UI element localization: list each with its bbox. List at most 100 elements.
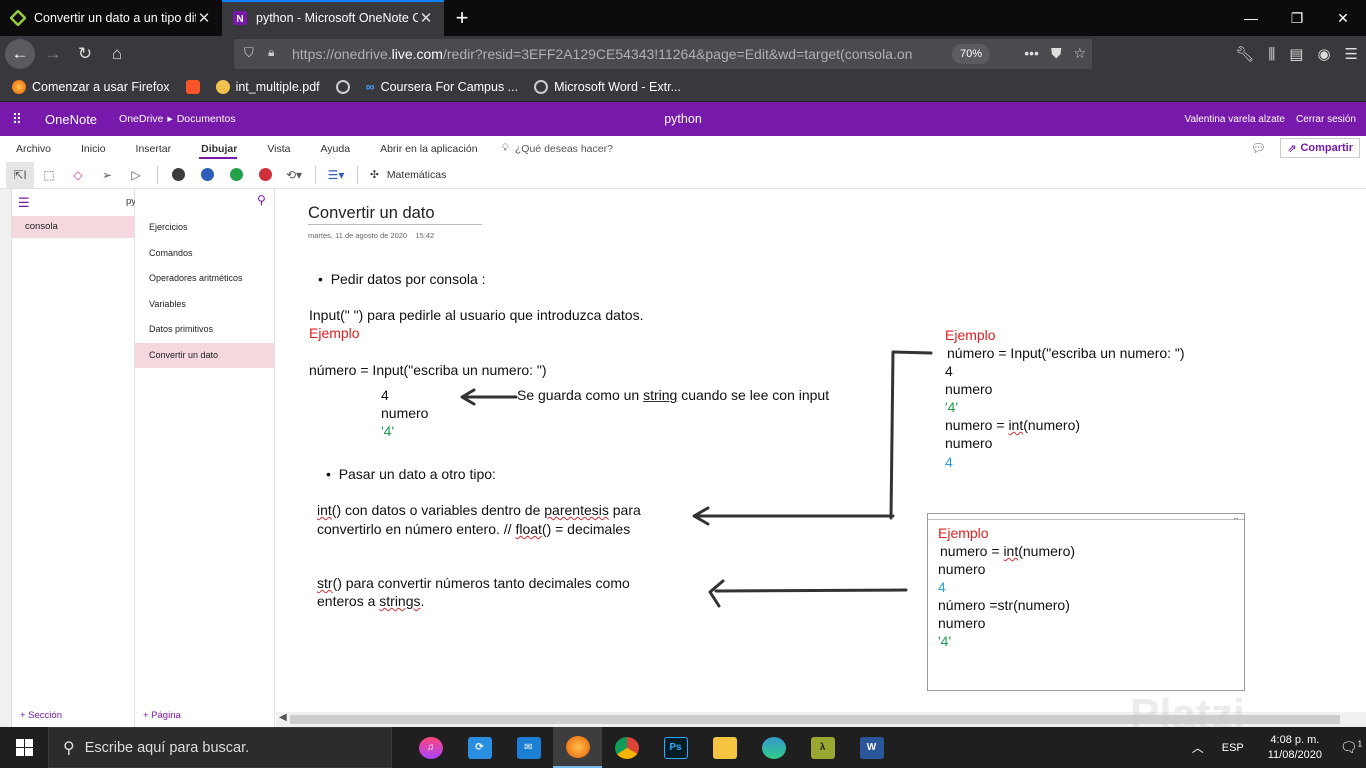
note-container[interactable]: ↔ Ejemplo numero = int(numero) numero 4 … xyxy=(927,513,1245,691)
taskbar-app-photoshop[interactable]: Ps xyxy=(651,727,700,768)
browser-tab-active[interactable]: N python - Microsoft OneNote O ✕ xyxy=(222,0,444,36)
zoom-level[interactable]: 70% xyxy=(952,44,990,64)
taskbar-app-sync[interactable]: ⟳ xyxy=(455,727,504,768)
restore-icon[interactable]: ❐ xyxy=(1274,0,1320,36)
account-icon[interactable]: ◉ xyxy=(1317,45,1330,63)
user-name[interactable]: Valentina varela alzate xyxy=(1185,114,1285,125)
minimize-icon[interactable]: — xyxy=(1228,0,1274,36)
scroll-thumb[interactable] xyxy=(290,715,1340,724)
clock[interactable]: 4:08 p. m. 11/08/2020 xyxy=(1268,733,1322,763)
note-text[interactable]: int() con datos o variables dentro de pa… xyxy=(317,501,641,519)
resize-handle-icon[interactable]: ↔ xyxy=(1232,513,1240,522)
note-text[interactable]: Se guarda como un string cuando se lee c… xyxy=(517,386,829,404)
library-icon[interactable]: ⫼ xyxy=(1268,46,1275,63)
chevron-up-icon[interactable]: ︿ xyxy=(1192,739,1204,756)
scroll-left-icon[interactable]: ◀ xyxy=(279,712,287,723)
menu-icon[interactable]: ☰ xyxy=(1345,45,1358,63)
page-item[interactable]: Comandos xyxy=(135,241,274,267)
bookmark-item[interactable] xyxy=(335,79,350,94)
note-text[interactable]: numero xyxy=(381,404,428,422)
note-text[interactable]: '4' xyxy=(945,398,958,416)
close-tab-icon[interactable]: ✕ xyxy=(196,9,212,27)
comments-icon[interactable]: 💬︎ xyxy=(1251,141,1266,155)
lasso-select-icon[interactable]: ⬚ xyxy=(35,162,63,188)
bookmark-item[interactable] xyxy=(185,79,200,94)
page-item[interactable]: Operadores aritméticos xyxy=(135,266,274,292)
notification-center-icon[interactable]: 🗨︎1 xyxy=(1336,739,1366,756)
note-text[interactable]: numero xyxy=(945,380,992,398)
close-tab-icon[interactable]: ✕ xyxy=(418,9,434,27)
back-button[interactable]: ← xyxy=(5,39,35,69)
taskbar-app-evince[interactable]: λ xyxy=(798,727,847,768)
taskbar-app-explorer[interactable] xyxy=(700,727,749,768)
taskbar-app-chrome[interactable] xyxy=(602,727,651,768)
note-text[interactable]: 4 xyxy=(938,578,946,596)
language-indicator[interactable]: ESP xyxy=(1222,742,1244,754)
add-page-button[interactable]: + Página xyxy=(143,710,181,721)
new-tab-button[interactable]: + xyxy=(444,0,480,36)
pen-color-blue[interactable] xyxy=(193,162,221,188)
share-button[interactable]: ⇗ Compartir xyxy=(1280,138,1360,158)
wrench-icon[interactable]: 🔧︎ xyxy=(1235,45,1254,63)
note-canvas[interactable]: Convertir un dato martes, 11 de agosto d… xyxy=(276,189,1366,712)
line-style-icon[interactable]: ☰▾ xyxy=(322,162,350,188)
note-text[interactable]: 4 xyxy=(945,362,953,380)
note-text[interactable]: Input(" ") para pedirle al usuario que i… xyxy=(309,306,643,324)
note-text[interactable]: número = Input("escriba un numero: ") xyxy=(947,344,1185,362)
horizontal-scrollbar[interactable]: ◀ xyxy=(276,712,1366,727)
tab-insertar[interactable]: Insertar xyxy=(120,136,186,161)
page-item[interactable]: Variables xyxy=(135,292,274,318)
section-item-consola[interactable]: consola xyxy=(4,216,134,238)
note-text[interactable]: numero xyxy=(938,614,985,632)
note-text[interactable]: convertirlo en número entero. // float()… xyxy=(317,520,630,538)
home-button[interactable]: ⌂ xyxy=(101,38,133,70)
tell-me-box[interactable]: 💡︎ ¿Qué deseas hacer? xyxy=(502,142,613,155)
open-in-app-button[interactable]: Abrir en la aplicación xyxy=(364,136,491,161)
note-text[interactable]: '4' xyxy=(381,422,394,440)
pen-color-red[interactable] xyxy=(251,162,279,188)
breadcrumb-item[interactable]: Documentos xyxy=(177,113,236,125)
note-text[interactable]: número =str(numero) xyxy=(938,596,1070,614)
page-item[interactable]: Ejercicios xyxy=(135,215,274,241)
taskbar-search[interactable]: ⚲ Escribe aquí para buscar. xyxy=(48,727,392,768)
more-pens-icon[interactable]: ⟲▾ xyxy=(280,162,308,188)
pen-icon[interactable]: ➢ xyxy=(93,162,121,188)
pocket-icon[interactable]: ⛊ xyxy=(1051,45,1062,62)
note-text[interactable]: numero = int(numero) xyxy=(945,416,1080,434)
sidebar-icon[interactable]: ▤ xyxy=(1289,45,1303,63)
bookmark-item[interactable]: Comenzar a usar Firefox xyxy=(12,79,170,94)
browser-tab[interactable]: Convertir un dato a un tipo dife ✕ xyxy=(0,0,222,36)
note-text[interactable]: Ejemplo xyxy=(309,324,360,342)
close-window-icon[interactable]: ✕ xyxy=(1320,0,1366,36)
bookmark-item[interactable]: int_multiple.pdf xyxy=(215,79,320,94)
tab-archivo[interactable]: Archivo xyxy=(0,136,65,161)
search-icon[interactable]: ⚲ xyxy=(257,193,266,207)
bullet-item[interactable]: • Pasar un dato a otro tipo: xyxy=(326,465,496,483)
start-button[interactable] xyxy=(0,727,48,768)
taskbar-app-edge[interactable] xyxy=(749,727,798,768)
add-section-button[interactable]: + Sección xyxy=(20,710,62,721)
taskbar-app-firefox[interactable] xyxy=(553,727,602,768)
note-text[interactable]: numero = int(numero) xyxy=(940,542,1075,560)
highlighter-icon[interactable]: ▷ xyxy=(122,162,150,188)
taskbar-app-itunes[interactable]: ♫ xyxy=(406,727,455,768)
forward-button[interactable]: → xyxy=(37,38,69,70)
bullet-item[interactable]: • Pedir datos por consola : xyxy=(318,270,486,288)
eraser-icon[interactable]: ◇ xyxy=(64,162,92,188)
note-text[interactable]: enteros a strings. xyxy=(317,592,424,610)
bookmark-star-icon[interactable]: ☆ xyxy=(1073,45,1086,62)
note-text[interactable]: Ejemplo xyxy=(945,326,996,344)
note-text[interactable]: 4 xyxy=(381,386,389,404)
note-text[interactable]: str() para convertir números tanto decim… xyxy=(317,574,630,592)
tab-inicio[interactable]: Inicio xyxy=(65,136,120,161)
sign-out-link[interactable]: Cerrar sesión xyxy=(1296,114,1356,125)
breadcrumb-item[interactable]: OneDrive xyxy=(119,113,163,125)
onenote-brand[interactable]: OneNote xyxy=(45,112,97,127)
note-text[interactable]: '4' xyxy=(938,632,951,650)
bookmark-item[interactable]: ∞ Coursera For Campus ... xyxy=(366,80,518,94)
tab-vista[interactable]: Vista xyxy=(251,136,304,161)
shield-icon[interactable]: ⛉ xyxy=(244,45,254,61)
page-item[interactable]: Datos primitivos xyxy=(135,317,274,343)
tab-ayuda[interactable]: Ayuda xyxy=(304,136,364,161)
page-actions-icon[interactable]: ••• xyxy=(1024,45,1039,62)
